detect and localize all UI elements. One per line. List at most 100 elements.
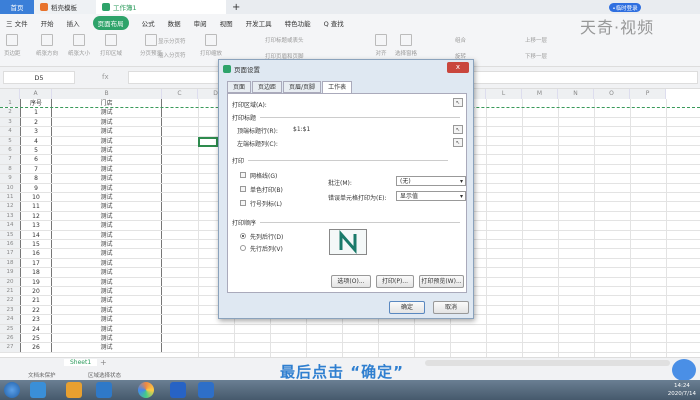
row-header[interactable]: 21 bbox=[0, 287, 20, 296]
row-header[interactable]: 10 bbox=[0, 183, 20, 192]
column-header[interactable]: A bbox=[20, 89, 52, 99]
browser-icon[interactable] bbox=[96, 382, 112, 398]
cell-a[interactable]: 20 bbox=[20, 287, 52, 296]
ribbon-button[interactable]: 打印区域 bbox=[100, 34, 122, 57]
cell-b[interactable]: 测试 bbox=[52, 277, 162, 286]
ribbon-button[interactable]: 组合 bbox=[455, 36, 466, 44]
print-button[interactable]: 打印(P)... bbox=[376, 275, 414, 288]
row-header[interactable]: 15 bbox=[0, 230, 20, 239]
errors-select[interactable]: 显示值 bbox=[396, 191, 466, 201]
ribbon-button[interactable]: 插入分页符 bbox=[158, 51, 186, 59]
cell-a[interactable]: 1 bbox=[20, 108, 52, 117]
cell-a[interactable]: 2 bbox=[20, 117, 52, 127]
add-sheet-button[interactable]: + bbox=[100, 358, 107, 367]
range-picker-icon[interactable]: ↖ bbox=[453, 98, 463, 107]
tab-workbook[interactable]: 工作簿1 bbox=[96, 0, 226, 14]
cell-a[interactable]: 15 bbox=[20, 240, 52, 249]
cell-a[interactable]: 6 bbox=[20, 155, 52, 164]
cell-b[interactable]: 测试 bbox=[52, 127, 162, 136]
cell-b[interactable]: 测试 bbox=[52, 258, 162, 268]
menu-item[interactable]: Q 查找 bbox=[324, 18, 344, 28]
menu-item[interactable]: 视图 bbox=[220, 18, 233, 28]
cell-a[interactable]: 24 bbox=[20, 324, 52, 333]
cell-b[interactable]: 测试 bbox=[52, 117, 162, 127]
column-header[interactable]: C bbox=[162, 89, 198, 99]
cell-b[interactable]: 测试 bbox=[52, 146, 162, 155]
cell-b[interactable]: 测试 bbox=[52, 164, 162, 174]
select-all-corner[interactable] bbox=[0, 89, 20, 99]
cell-a[interactable]: 17 bbox=[20, 258, 52, 268]
order-over-radio[interactable] bbox=[240, 245, 246, 251]
protect-status[interactable]: 文档未保护 bbox=[28, 371, 56, 379]
name-box[interactable]: D5 bbox=[3, 71, 75, 84]
row-header[interactable]: 19 bbox=[0, 268, 20, 277]
row-header[interactable]: 22 bbox=[0, 296, 20, 305]
new-tab-button[interactable]: + bbox=[232, 2, 240, 13]
ribbon-button[interactable]: 显示分页符 bbox=[158, 37, 186, 45]
menu-item[interactable]: 三 文件 bbox=[6, 18, 28, 28]
cell-b[interactable]: 测试 bbox=[52, 315, 162, 324]
cell-b[interactable]: 测试 bbox=[52, 155, 162, 164]
clock[interactable]: 14:24 2020/7/14 bbox=[668, 382, 696, 398]
tab-template[interactable]: 稻壳模板 bbox=[34, 0, 96, 14]
wps-sheet-icon[interactable] bbox=[198, 382, 214, 398]
cancel-button[interactable]: 取消 bbox=[433, 301, 469, 314]
cell-a[interactable]: 3 bbox=[20, 127, 52, 136]
row-header[interactable]: 5 bbox=[0, 136, 20, 145]
row-header[interactable]: 23 bbox=[0, 305, 20, 315]
cell-a[interactable]: 12 bbox=[20, 211, 52, 221]
cell-b[interactable]: 测试 bbox=[52, 240, 162, 249]
cell-b[interactable]: 测试 bbox=[52, 202, 162, 211]
ribbon-button[interactable]: 对齐 bbox=[375, 34, 387, 57]
cell-b[interactable]: 测试 bbox=[52, 211, 162, 221]
row-header[interactable]: 9 bbox=[0, 174, 20, 183]
row-header[interactable]: 11 bbox=[0, 193, 20, 202]
login-button[interactable]: •临时登录 bbox=[609, 3, 641, 12]
active-cell-d5[interactable] bbox=[198, 136, 218, 147]
menu-item[interactable]: 特色功能 bbox=[285, 18, 311, 28]
ok-button[interactable]: 确定 bbox=[389, 301, 425, 314]
dialog-titlebar[interactable]: 页面设置 bbox=[219, 60, 473, 78]
ribbon-button[interactable]: 上移一层 bbox=[525, 36, 547, 44]
cell-a[interactable]: 25 bbox=[20, 334, 52, 343]
row-header[interactable]: 2 bbox=[0, 108, 20, 117]
column-header[interactable]: P bbox=[630, 89, 666, 99]
row-header[interactable]: 14 bbox=[0, 221, 20, 230]
cell-a[interactable]: 7 bbox=[20, 164, 52, 174]
row-header[interactable]: 24 bbox=[0, 315, 20, 324]
cell-b[interactable]: 测试 bbox=[52, 174, 162, 183]
cell-a[interactable]: 序号 bbox=[20, 99, 52, 108]
cell-b[interactable]: 测试 bbox=[52, 108, 162, 117]
chrome-icon[interactable] bbox=[138, 382, 154, 398]
row-header[interactable]: 8 bbox=[0, 164, 20, 174]
column-header[interactable]: M bbox=[522, 89, 558, 99]
tab-margins[interactable]: 页边距 bbox=[252, 81, 283, 93]
cell-b[interactable]: 测试 bbox=[52, 183, 162, 192]
ribbon-button[interactable]: 打印标题或表头 bbox=[265, 36, 304, 44]
cell-a[interactable]: 26 bbox=[20, 343, 52, 352]
rowcol-checkbox[interactable] bbox=[240, 200, 246, 206]
row-header[interactable]: 13 bbox=[0, 211, 20, 221]
row-header[interactable]: 3 bbox=[0, 117, 20, 127]
menu-item[interactable]: 页面布局 bbox=[92, 15, 129, 30]
cell-a[interactable]: 8 bbox=[20, 174, 52, 183]
cell-b[interactable]: 测试 bbox=[52, 268, 162, 277]
menu-item[interactable]: 公式 bbox=[142, 18, 155, 28]
tab-page[interactable]: 页面 bbox=[227, 81, 252, 93]
gridlines-checkbox[interactable] bbox=[240, 172, 246, 178]
range-picker-icon[interactable]: ↖ bbox=[453, 125, 463, 134]
cell-b[interactable]: 测试 bbox=[52, 249, 162, 258]
cell-a[interactable]: 9 bbox=[20, 183, 52, 192]
order-down-radio[interactable] bbox=[240, 233, 246, 239]
ribbon-button[interactable]: 纸张方向 bbox=[36, 34, 58, 57]
row-header[interactable]: 12 bbox=[0, 202, 20, 211]
ie-icon[interactable] bbox=[30, 382, 46, 398]
cell-a[interactable]: 11 bbox=[20, 202, 52, 211]
range-picker-icon[interactable]: ↖ bbox=[453, 138, 463, 147]
options-button[interactable]: 选项(O)... bbox=[331, 275, 371, 288]
column-header[interactable]: O bbox=[594, 89, 630, 99]
close-button[interactable]: x bbox=[447, 62, 469, 73]
cell-a[interactable]: 21 bbox=[20, 296, 52, 305]
row-header[interactable]: 25 bbox=[0, 324, 20, 333]
cell-a[interactable]: 19 bbox=[20, 277, 52, 286]
